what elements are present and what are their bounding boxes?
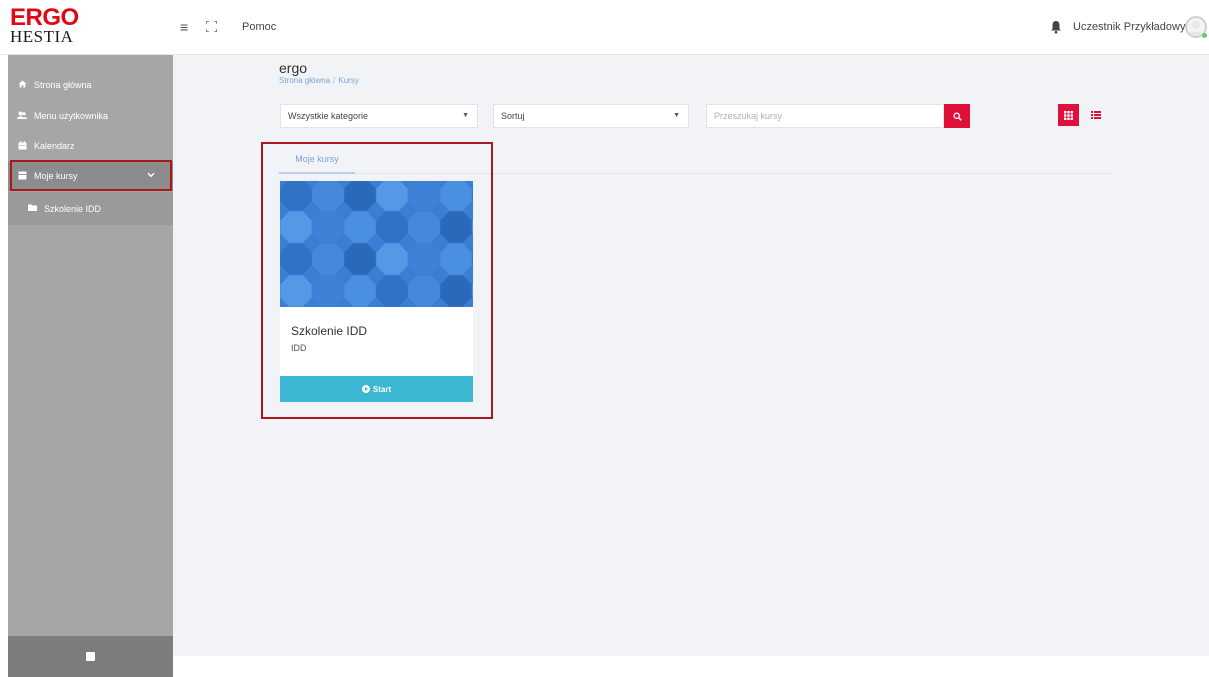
caret-down-icon: ▼	[462, 112, 469, 119]
list-view-button[interactable]	[1089, 108, 1103, 122]
breadcrumb-courses[interactable]: Kursy	[338, 76, 358, 85]
sidebar-item-user-menu[interactable]: Menu użytkownika	[8, 101, 173, 131]
sort-select-value: Sortuj	[501, 111, 525, 121]
sidebar-item-label: Kalendarz	[34, 141, 75, 151]
highlight-outline-sidebar	[10, 160, 172, 191]
folder-icon	[28, 204, 37, 213]
logo-hestia-text: HESTIA	[10, 27, 74, 46]
sidebar-item-home[interactable]: Strona główna	[8, 70, 173, 100]
sidebar-subitem-szkolenie-idd[interactable]: Szkolenie IDD	[8, 192, 173, 225]
page-title: ergo	[279, 60, 308, 76]
sidebar-item-label: Menu użytkownika	[34, 111, 109, 121]
search-button[interactable]	[944, 104, 970, 128]
sidebar-footer-icon[interactable]	[86, 652, 95, 661]
ergo-hestia-logo[interactable]: ERGO HESTIA	[10, 6, 160, 50]
sidebar: Strona główna Menu użytkownika Kalendarz…	[8, 55, 173, 677]
user-menu-icon	[17, 111, 27, 121]
sort-select[interactable]: Sortuj ▼	[493, 104, 689, 128]
list-icon	[1091, 111, 1101, 119]
breadcrumb-separator: /	[333, 76, 336, 85]
online-status-dot	[1202, 33, 1207, 38]
sidebar-item-label: Strona główna	[34, 80, 92, 90]
grid-icon	[1064, 110, 1073, 120]
category-select-value: Wszystkie kategorie	[288, 111, 369, 121]
highlight-outline-course-card	[261, 142, 493, 419]
home-icon	[17, 80, 27, 90]
search-input[interactable]	[706, 104, 944, 128]
category-select[interactable]: Wszystkie kategorie ▼	[280, 104, 478, 128]
bell-icon[interactable]	[1050, 20, 1062, 34]
top-bar: ERGO HESTIA ≡ ​ Pomoc Uczestnik Przykład…	[0, 0, 1209, 55]
sidebar-item-label: Szkolenie IDD	[44, 203, 102, 214]
caret-down-icon: ▼	[673, 112, 680, 119]
help-link[interactable]: Pomoc	[242, 21, 276, 33]
calendar-icon	[17, 140, 27, 152]
sidebar-item-calendar[interactable]: Kalendarz	[8, 131, 173, 161]
grid-view-button[interactable]	[1058, 104, 1079, 126]
sidebar-footer	[8, 636, 173, 677]
breadcrumb-home[interactable]: Strona główna	[279, 76, 330, 85]
breadcrumb: Strona główna / Kursy	[279, 76, 359, 85]
menu-icon[interactable]: ≡	[180, 20, 188, 34]
search-icon	[952, 111, 962, 121]
user-name[interactable]: Uczestnik Przykładowy	[1073, 21, 1185, 33]
